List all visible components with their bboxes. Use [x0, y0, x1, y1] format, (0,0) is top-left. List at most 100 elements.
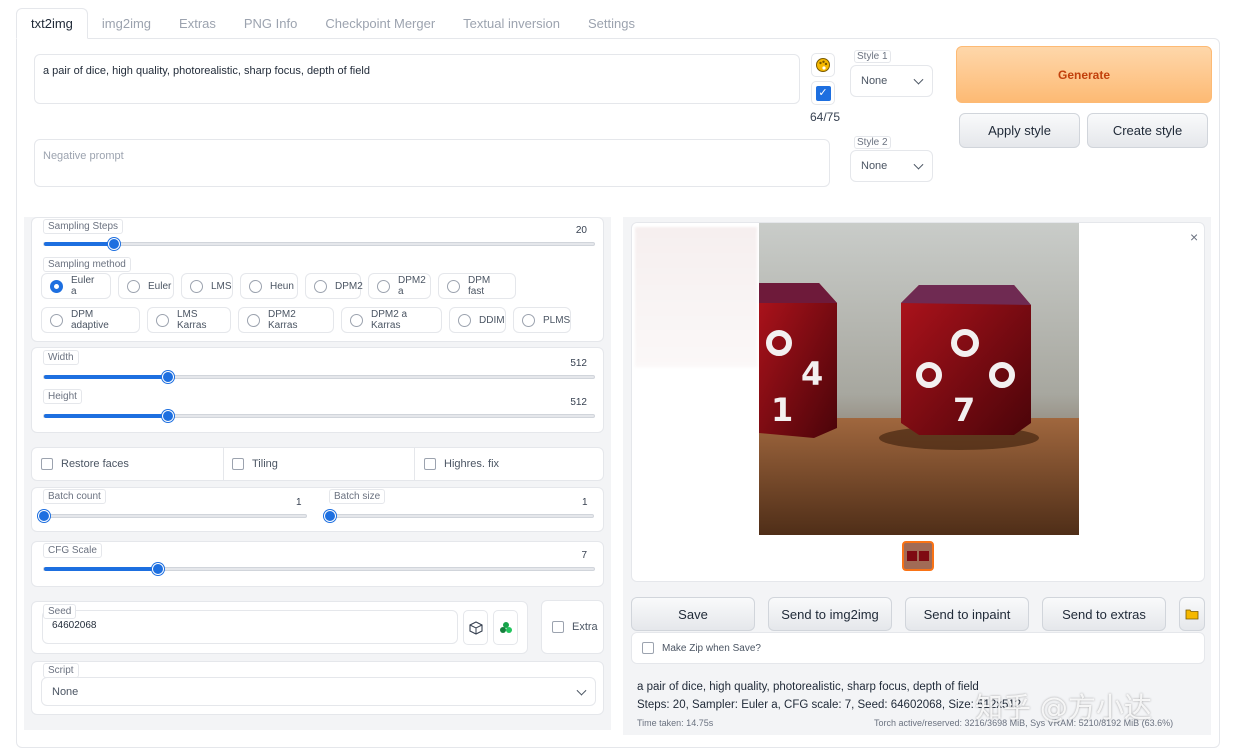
checkbox-box[interactable] [552, 621, 564, 633]
width-label: Width [43, 350, 79, 365]
generated-image[interactable]: 4 1 7 [759, 223, 1079, 535]
radio-dot[interactable] [156, 313, 169, 327]
size-panel: Width 512 Height 512 [31, 347, 604, 433]
sampling-option-label: DPM fast [468, 275, 491, 297]
generation-info-prompt: a pair of dice, high quality, photoreali… [637, 681, 979, 693]
sampling-option-dpm2-a-karras[interactable]: DPM2 a Karras [341, 307, 442, 333]
script-select[interactable]: None [41, 677, 596, 706]
tiling-checkbox[interactable]: Tiling [232, 458, 278, 470]
slider-fill [44, 414, 169, 418]
create-style-button[interactable]: Create style [1087, 113, 1208, 148]
style-2-select[interactable]: None [850, 150, 933, 182]
tab-settings[interactable]: Settings [574, 8, 649, 39]
tab-img2img[interactable]: img2img [88, 8, 165, 39]
radio-dot[interactable] [350, 313, 363, 327]
generation-info-params: Steps: 20, Sampler: Euler a, CFG scale: … [637, 699, 1022, 711]
seed-input[interactable]: 64602068 [42, 610, 458, 644]
radio-dot[interactable] [377, 279, 390, 293]
tab-txt2img[interactable]: txt2img [16, 8, 88, 39]
sampling-option-dpm2-a[interactable]: DPM2 a [368, 273, 431, 299]
sampling-option-heun[interactable]: Heun [240, 273, 298, 299]
generate-button[interactable]: Generate [956, 46, 1212, 103]
sampling-option-label: DPM2 a [398, 275, 426, 297]
sampling-option-dpm-fast[interactable]: DPM fast [438, 273, 516, 299]
gallery-thumbnail[interactable] [902, 541, 934, 571]
seed-panel: 64602068 Seed [31, 601, 528, 654]
extra-label: Extra [572, 621, 598, 633]
radio-dot[interactable] [522, 313, 535, 327]
sampling-option-euler[interactable]: Euler [118, 273, 174, 299]
tab-png-info[interactable]: PNG Info [230, 8, 311, 39]
radio-dot[interactable] [458, 313, 471, 327]
restore-faces-checkbox[interactable]: Restore faces [41, 458, 129, 470]
batch-count-label: Batch count [43, 489, 106, 504]
send-to-img2img-button[interactable]: Send to img2img [768, 597, 892, 631]
recycle-icon[interactable] [493, 610, 518, 645]
style-1-select[interactable]: None [850, 65, 933, 97]
batch-count-slider[interactable] [38, 510, 307, 522]
height-slider[interactable] [43, 410, 595, 422]
script-value: None [52, 685, 79, 698]
sampling-option-dpm-adaptive[interactable]: DPM adaptive [41, 307, 140, 333]
slider-thumb[interactable] [162, 371, 175, 383]
sampling-option-euler-a[interactable]: Euler a [41, 273, 111, 299]
checkbox-box[interactable] [642, 642, 654, 654]
tiling-label: Tiling [252, 458, 278, 470]
send-to-inpaint-button[interactable]: Send to inpaint [905, 597, 1029, 631]
sampling-option-lms[interactable]: LMS [181, 273, 233, 299]
sampling-option-plms[interactable]: PLMS [513, 307, 571, 333]
slider-thumb[interactable] [151, 563, 164, 575]
radio-dot[interactable] [127, 279, 140, 293]
radio-dot[interactable] [50, 313, 63, 327]
sampling-option-dpm2[interactable]: DPM2 [305, 273, 363, 299]
sampling-option-dpm2-karras[interactable]: DPM2 Karras [238, 307, 334, 333]
slider-thumb[interactable] [108, 238, 121, 250]
slider-thumb[interactable] [324, 510, 336, 522]
radio-dot[interactable] [190, 279, 203, 293]
radio-dot[interactable] [247, 313, 260, 327]
checkbox-box[interactable] [232, 458, 244, 470]
sampling-option-ddim[interactable]: DDIM [449, 307, 506, 333]
svg-text:4: 4 [801, 355, 823, 393]
cfg-scale-slider[interactable] [43, 563, 595, 575]
batch-size-value[interactable]: 1 [582, 497, 588, 508]
sampling-option-lms-karras[interactable]: LMS Karras [147, 307, 231, 333]
send-to-extras-button[interactable]: Send to extras [1042, 597, 1166, 631]
sampling-steps-slider[interactable] [43, 238, 595, 250]
negative-prompt-input[interactable]: Negative prompt [34, 139, 830, 187]
radio-dot[interactable] [314, 279, 327, 293]
batch-count-value[interactable]: 1 [296, 497, 302, 508]
watermark: 知乎 @方小达 [975, 691, 1152, 724]
sampling-panel: Sampling Steps 20 Sampling method Euler … [31, 217, 604, 342]
sampling-steps-value[interactable]: 20 [576, 225, 587, 236]
batch-size-slider[interactable] [324, 510, 594, 522]
radio-dot[interactable] [447, 279, 460, 293]
save-button[interactable]: Save [631, 597, 755, 631]
checkbox-icon[interactable]: ✓ [811, 81, 835, 105]
slider-thumb[interactable] [162, 410, 175, 422]
prompt-input[interactable]: a pair of dice, high quality, photoreali… [34, 54, 800, 104]
dice-icon[interactable] [463, 610, 488, 645]
close-icon[interactable]: × [1190, 229, 1198, 245]
checkbox-box[interactable] [41, 458, 53, 470]
open-folder-button[interactable] [1179, 597, 1205, 631]
slider-thumb[interactable] [38, 510, 50, 522]
tab-bar: txt2img img2img Extras PNG Info Checkpoi… [16, 8, 649, 39]
checkbox-box[interactable] [424, 458, 436, 470]
tab-extras[interactable]: Extras [165, 8, 230, 39]
radio-dot[interactable] [50, 279, 63, 293]
height-value[interactable]: 512 [570, 397, 587, 408]
slider-fill [44, 567, 158, 571]
width-value[interactable]: 512 [570, 358, 587, 369]
radio-dot[interactable] [249, 279, 262, 293]
tab-checkpoint-merger[interactable]: Checkpoint Merger [311, 8, 449, 39]
extra-checkbox[interactable]: Extra [552, 621, 598, 633]
tab-textual-inversion[interactable]: Textual inversion [449, 8, 574, 39]
make-zip-checkbox[interactable]: Make Zip when Save? [642, 642, 761, 654]
highres-fix-checkbox[interactable]: Highres. fix [424, 458, 499, 470]
style-1-value: None [861, 75, 888, 87]
width-slider[interactable] [43, 371, 595, 383]
cfg-scale-value[interactable]: 7 [581, 550, 587, 561]
apply-style-button[interactable]: Apply style [959, 113, 1080, 148]
palette-icon[interactable] [811, 53, 835, 77]
